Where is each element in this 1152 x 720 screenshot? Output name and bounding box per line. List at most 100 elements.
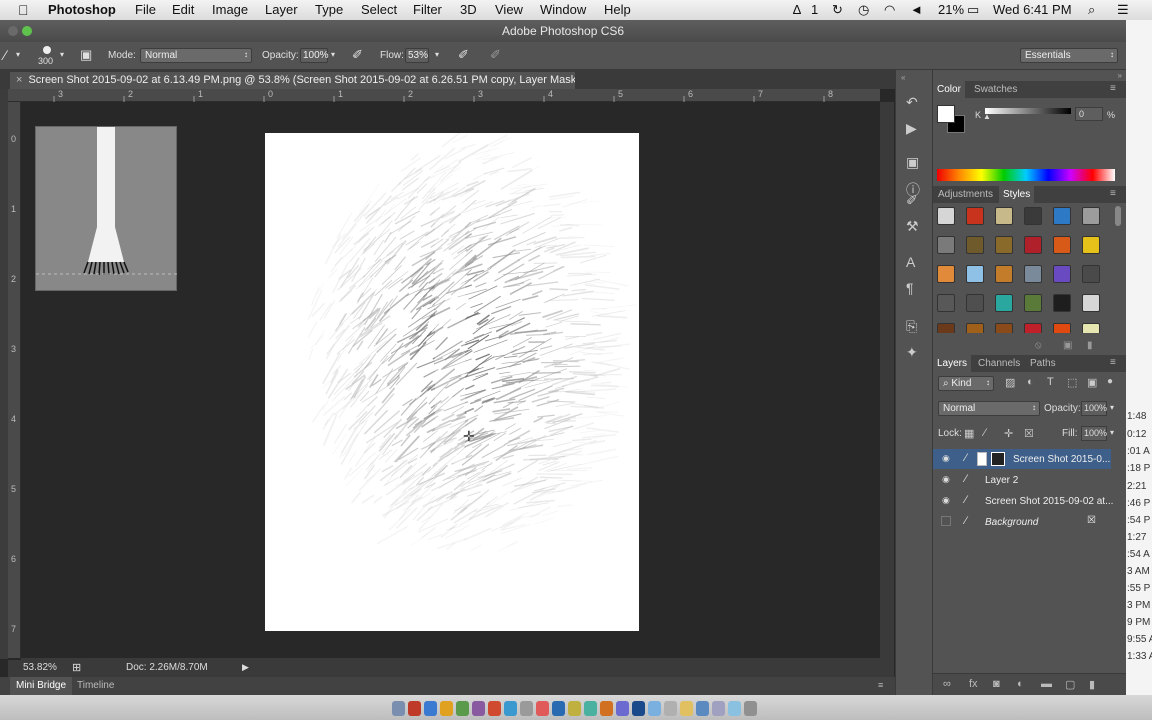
menubar-clock[interactable]: Wed 6:41 PM (993, 2, 1072, 17)
lock-position-icon[interactable]: ✛ (1004, 427, 1013, 440)
style-swatch[interactable] (937, 294, 955, 312)
menu-select[interactable]: Select (361, 2, 397, 17)
wifi-icon[interactable]: ◠ (884, 2, 895, 18)
layer-mask-thumbnail[interactable] (991, 452, 1005, 466)
style-swatch[interactable] (995, 294, 1013, 312)
tab-layers[interactable]: Layers (933, 355, 972, 372)
document-tab[interactable]: × Screen Shot 2015-09-02 at 6.13.49 PM.pn… (10, 72, 575, 89)
layer-name[interactable]: Screen Shot 2015-0... (1013, 454, 1110, 465)
new-layer-icon[interactable]: ▢ (1065, 678, 1075, 691)
filter-pixel-icon[interactable]: ▨ (1005, 376, 1015, 389)
delete-style-icon[interactable]: ▮ (1087, 340, 1093, 351)
panel-menu-icon[interactable]: ≡ (878, 680, 883, 690)
properties-panel-icon[interactable]: ▣ (906, 154, 919, 171)
style-swatch[interactable] (1082, 236, 1100, 254)
layer-row[interactable]: ◉ ∕ Screen Shot 2015-09-02 at... (933, 491, 1113, 511)
pressure-size-icon[interactable]: ✐ (490, 47, 501, 63)
dock-app-icon[interactable] (712, 701, 725, 716)
layer-filter-select[interactable]: ⌕ Kind ↕ (938, 376, 994, 391)
dock-app-icon[interactable] (600, 701, 613, 716)
clone-source-icon[interactable]: ⎘ (906, 318, 917, 335)
style-swatch[interactable] (937, 207, 955, 225)
dock-app-icon[interactable] (520, 701, 533, 716)
style-swatch[interactable] (966, 265, 984, 283)
dock-app-icon[interactable] (488, 701, 501, 716)
style-swatch[interactable] (1053, 236, 1071, 254)
layer-style-icon[interactable]: fx (969, 678, 978, 690)
menu-3d[interactable]: 3D (460, 2, 477, 17)
layer-thumbnail[interactable] (977, 452, 987, 466)
battery-icon[interactable]: ▭ (967, 2, 979, 18)
actions-panel-icon[interactable]: ▶ (906, 120, 917, 137)
brush-presets-icon[interactable]: ⚒ (906, 218, 919, 235)
dock-app-icon[interactable] (440, 701, 453, 716)
character-panel-icon[interactable]: A (906, 254, 915, 270)
style-swatch[interactable] (1082, 294, 1100, 312)
style-swatch[interactable] (966, 236, 984, 254)
style-swatch[interactable] (937, 236, 955, 254)
status-export-icon[interactable]: ⊞ (72, 661, 81, 674)
layer-visibility-eye-icon[interactable]: ◉ (942, 474, 950, 485)
k-value-input[interactable]: 0 (1075, 107, 1103, 121)
layer-opacity-dropdown-icon[interactable]: ▾ (1110, 403, 1114, 412)
layer-visibility-eye-icon[interactable]: ◉ (942, 495, 950, 506)
style-swatch[interactable] (1024, 236, 1042, 254)
status-menu-arrow-icon[interactable]: ▶ (242, 662, 249, 673)
menu-photoshop[interactable]: Photoshop (48, 2, 116, 17)
spotlight-icon[interactable]: ⌕ (1088, 2, 1095, 18)
lock-all-icon[interactable]: ☒ (1024, 427, 1034, 440)
style-swatch[interactable] (1024, 265, 1042, 283)
style-swatch[interactable] (1082, 323, 1100, 333)
style-swatch[interactable] (1024, 323, 1042, 333)
style-swatch[interactable] (1024, 207, 1042, 225)
filter-toggle-icon[interactable]: ● (1107, 376, 1113, 387)
add-mask-icon[interactable]: ◙ (993, 678, 1000, 690)
menu-help[interactable]: Help (604, 2, 631, 17)
style-swatch[interactable] (966, 207, 984, 225)
fill-dropdown-icon[interactable]: ▾ (1110, 428, 1114, 437)
style-swatch[interactable] (966, 323, 984, 333)
dock-photoshop-icon[interactable] (632, 701, 645, 716)
menu-view[interactable]: View (495, 2, 523, 17)
styles-panel-menu-icon[interactable]: ≡ (1107, 188, 1119, 199)
filter-shape-icon[interactable]: ⬚ (1067, 376, 1077, 389)
menu-file[interactable]: File (135, 2, 156, 17)
new-adjustment-icon[interactable]: ◐ (1017, 678, 1024, 690)
layer-visibility-eye-icon[interactable]: ◉ (942, 453, 950, 464)
opacity-input[interactable]: 100% (300, 48, 329, 63)
tool-presets-icon[interactable]: ✦ (906, 344, 918, 361)
volume-icon[interactable]: ◄ (910, 2, 923, 17)
dock-app-icon[interactable] (408, 701, 421, 716)
dock-downloads-icon[interactable] (728, 701, 741, 716)
paragraph-panel-icon[interactable]: ¶ (906, 280, 914, 296)
menu-window[interactable]: Window (540, 2, 586, 17)
zoom-level[interactable]: 53.82% (23, 662, 57, 673)
dock-app-icon[interactable] (552, 701, 565, 716)
style-swatch[interactable] (995, 236, 1013, 254)
tab-timeline[interactable]: Timeline (77, 680, 114, 691)
mode-select[interactable]: Normal ↕ (140, 48, 252, 63)
style-swatch[interactable] (1053, 265, 1071, 283)
vertical-ruler[interactable]: 0 1 2 3 4 5 6 7 (8, 102, 21, 658)
menu-type[interactable]: Type (315, 2, 343, 17)
layers-panel-menu-icon[interactable]: ≡ (1107, 357, 1119, 368)
style-swatch[interactable] (966, 294, 984, 312)
style-swatch[interactable] (995, 323, 1013, 333)
layer-visibility-toggle[interactable] (941, 516, 951, 526)
color-spectrum-ramp[interactable] (937, 169, 1115, 181)
style-swatch[interactable] (995, 265, 1013, 283)
style-swatch[interactable] (995, 207, 1013, 225)
vertical-scrollbar[interactable] (880, 102, 894, 658)
apple-icon[interactable]:  (18, 2, 29, 18)
flow-dropdown-icon[interactable]: ▾ (435, 50, 439, 59)
menu-filter[interactable]: Filter (413, 2, 442, 17)
pressure-opacity-icon[interactable]: ✐ (352, 47, 363, 63)
style-swatch[interactable] (937, 323, 955, 333)
filter-type-icon[interactable]: T (1047, 376, 1054, 388)
dock-app-icon[interactable] (680, 701, 693, 716)
close-window-icon[interactable] (8, 26, 18, 36)
brush-panel-toggle-icon[interactable]: ▣ (80, 47, 92, 63)
k-slider-track[interactable] (985, 108, 1071, 114)
sync-icon[interactable]: ↻ (832, 2, 843, 18)
new-group-icon[interactable]: ▬ (1041, 678, 1052, 690)
